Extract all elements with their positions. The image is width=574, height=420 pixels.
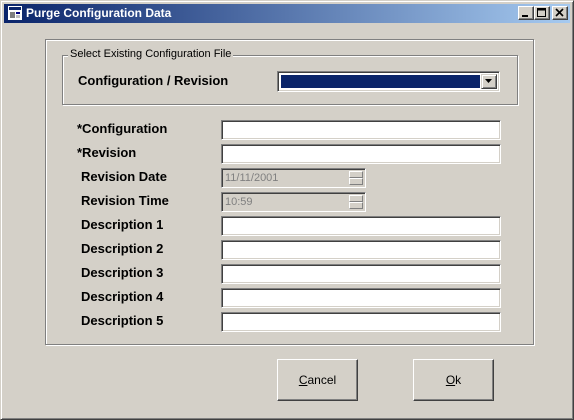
revision-time-label: Revision Time [81,193,169,208]
dropdown-button[interactable] [481,74,497,89]
dropdown-selected-value [281,75,480,88]
revision-field[interactable] [221,144,501,164]
ok-mnemonic: O [445,373,456,387]
revision-date-value: 11/11/2001 [225,172,279,184]
revision-date-picker[interactable]: 11/11/2001 [221,168,366,188]
maximize-icon [537,8,546,17]
group-legend: Select Existing Configuration File [68,47,234,61]
description5-field[interactable] [221,312,501,332]
date-spinner[interactable] [349,171,363,185]
description4-label: Description 4 [81,289,164,304]
app-icon [8,6,22,20]
revision-time-value: 10:59 [225,196,253,208]
cancel-label: ancel [307,373,337,387]
spin-down-icon[interactable] [349,178,363,185]
minimize-button[interactable] [518,6,534,20]
description2-field[interactable] [221,240,501,260]
revision-label: *Revision [77,145,137,160]
description1-label: Description 1 [81,217,164,232]
maximize-button[interactable] [534,6,550,20]
spin-up-icon[interactable] [349,171,363,178]
close-button[interactable] [552,6,568,20]
purge-configuration-dialog: Purge Configuration Data Select Existing… [0,0,574,420]
description1-field[interactable] [221,216,501,236]
cancel-button[interactable]: Cancel [277,359,358,401]
spin-down-icon[interactable] [349,202,363,209]
config-revision-label: Configuration / Revision [78,73,229,88]
description5-label: Description 5 [81,313,164,328]
close-icon [555,8,564,17]
configuration-label: *Configuration [77,121,168,136]
description2-label: Description 2 [81,241,164,256]
ok-label: k [455,373,462,387]
title-bar[interactable]: Purge Configuration Data [4,4,570,23]
time-spinner[interactable] [349,195,363,209]
spin-up-icon[interactable] [349,195,363,202]
description4-field[interactable] [221,288,501,308]
window-title: Purge Configuration Data [26,6,172,20]
revision-date-label: Revision Date [81,169,167,184]
description3-field[interactable] [221,264,501,284]
revision-time-picker[interactable]: 10:59 [221,192,366,212]
dropdown-arrow-icon [485,79,492,83]
config-revision-dropdown[interactable] [277,71,500,92]
minimize-icon [522,15,528,17]
ok-button[interactable]: Ok [413,359,494,401]
description3-label: Description 3 [81,265,164,280]
configuration-field[interactable] [221,120,501,140]
